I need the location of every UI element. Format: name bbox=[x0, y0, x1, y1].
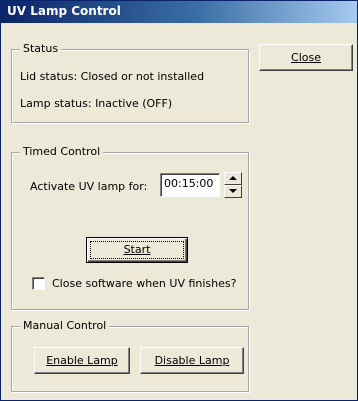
lid-status-text: Lid status: Closed or not installed bbox=[20, 70, 205, 83]
close-button-label: Close bbox=[291, 51, 321, 64]
activate-uv-label: Activate UV lamp for: bbox=[30, 180, 148, 193]
spin-down-button[interactable] bbox=[224, 185, 242, 198]
close-button[interactable]: Close bbox=[259, 44, 353, 71]
disable-lamp-label: Disable Lamp bbox=[154, 354, 230, 367]
window-title: UV Lamp Control bbox=[7, 4, 121, 18]
start-button[interactable]: Start bbox=[86, 237, 188, 263]
close-on-finish-checkbox[interactable] bbox=[32, 277, 45, 290]
focus-rect bbox=[90, 241, 184, 259]
duration-input[interactable]: 00:15:00 bbox=[160, 173, 220, 197]
disable-lamp-button[interactable]: Disable Lamp bbox=[140, 347, 244, 374]
spin-up-button[interactable] bbox=[224, 172, 242, 185]
down-arrow-icon bbox=[229, 189, 237, 193]
enable-lamp-label: Enable Lamp bbox=[46, 354, 118, 367]
timed-control-group: Timed Control Activate UV lamp for: 00:1… bbox=[11, 145, 249, 310]
title-bar[interactable]: UV Lamp Control bbox=[1, 1, 357, 23]
timed-control-group-label: Timed Control bbox=[20, 145, 104, 158]
close-on-finish-label: Close software when UV finishes? bbox=[52, 277, 237, 290]
up-arrow-icon bbox=[229, 176, 237, 180]
duration-value: 00:15:00 bbox=[164, 177, 214, 190]
manual-control-group: Manual Control Enable Lamp Disable Lamp bbox=[11, 319, 249, 392]
lamp-status-text: Lamp status: Inactive (OFF) bbox=[20, 97, 173, 110]
manual-control-group-label: Manual Control bbox=[20, 319, 110, 332]
enable-lamp-button[interactable]: Enable Lamp bbox=[34, 347, 130, 374]
uv-lamp-control-window: UV Lamp Control Status Lid status: Close… bbox=[0, 0, 358, 401]
status-group-label: Status bbox=[20, 42, 62, 55]
status-group: Status Lid status: Closed or not install… bbox=[11, 42, 249, 123]
